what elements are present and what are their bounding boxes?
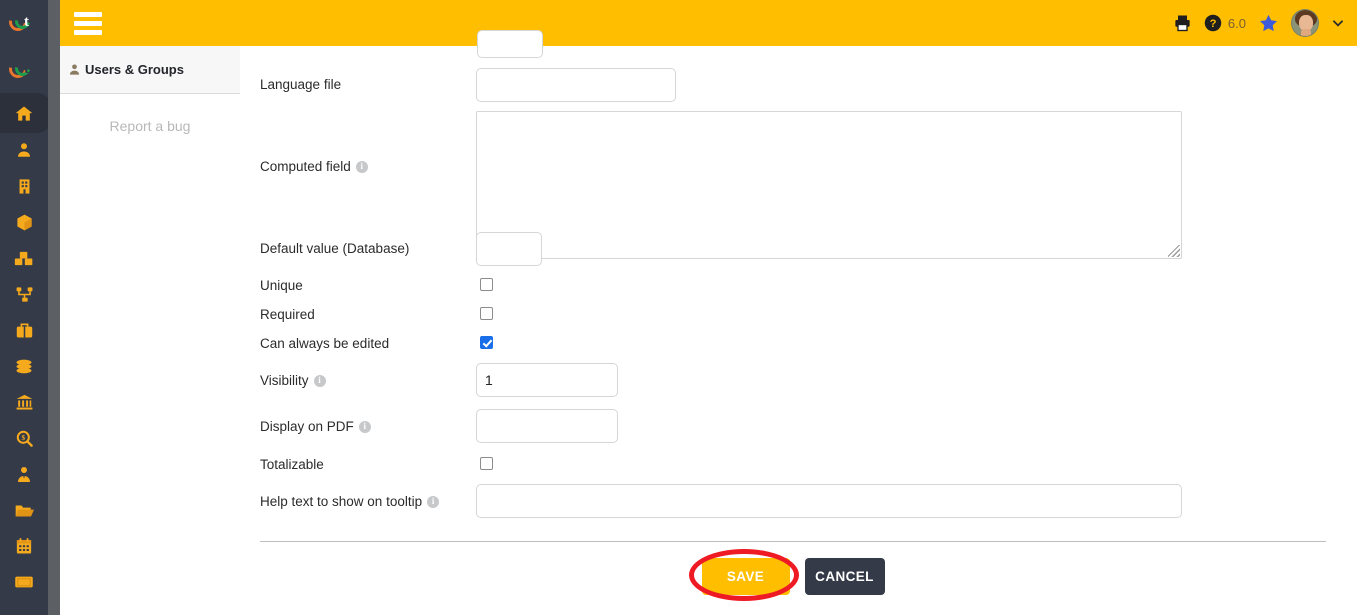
report-a-bug-link[interactable]: Report a bug xyxy=(60,118,240,134)
label-visibility: Visibility i xyxy=(260,373,326,388)
rail-item-billing[interactable] xyxy=(0,348,48,384)
help-icon[interactable]: ? xyxy=(1204,14,1222,32)
label-visibility-text: Visibility xyxy=(260,373,309,388)
rail-item-hrm[interactable] xyxy=(0,456,48,492)
input-display-on-pdf[interactable] xyxy=(476,409,618,443)
row-visibility: Visibility i xyxy=(260,373,326,388)
ct-logo-icon-dark: t xyxy=(5,56,39,82)
rail-item-products[interactable] xyxy=(0,204,48,240)
textarea-computed-field[interactable] xyxy=(476,111,1182,259)
sitemap-icon xyxy=(16,286,32,302)
application-window: t t $ ? 6.0 Users & Groups Report a bug … xyxy=(0,0,1357,615)
form-action-buttons: SAVE CANCEL xyxy=(260,556,1326,596)
label-help-text: Help text to show on tooltip i xyxy=(260,494,440,509)
input-help-text[interactable] xyxy=(476,484,1182,518)
info-icon-visibility[interactable]: i xyxy=(313,374,326,387)
cancel-button[interactable]: CANCEL xyxy=(804,557,885,595)
label-default-value: Default value (Database) xyxy=(260,241,410,256)
row-display-on-pdf: Display on PDF i xyxy=(260,419,371,434)
label-display-on-pdf: Display on PDF i xyxy=(260,419,371,434)
row-computed-field: Computed field i xyxy=(260,159,368,174)
row-scrolled-partial xyxy=(477,30,543,58)
row-can-always-be-edited: Can always be edited xyxy=(260,336,389,351)
rail-item-stock[interactable] xyxy=(0,240,48,276)
top-header-bar: ? 6.0 xyxy=(60,0,1357,46)
avatar[interactable] xyxy=(1291,9,1319,37)
ticket-icon xyxy=(15,576,33,588)
svg-text:?: ? xyxy=(1209,18,1216,30)
input-language-file[interactable] xyxy=(476,68,676,102)
building-icon xyxy=(19,178,29,194)
form-footer-divider xyxy=(260,541,1326,542)
app-logo-secondary[interactable]: t xyxy=(0,46,48,94)
field-settings-form: Language file Computed field i Default v… xyxy=(240,30,1357,615)
rail-item-list: $ xyxy=(0,93,54,600)
label-computed-field: Computed field i xyxy=(260,159,368,174)
save-button[interactable]: SAVE xyxy=(701,557,790,595)
briefcase-icon xyxy=(16,322,32,337)
checkbox-can-always-be-edited[interactable] xyxy=(480,336,493,349)
label-totalizable: Totalizable xyxy=(260,457,324,472)
user-icon xyxy=(69,64,80,75)
rail-item-accounting[interactable] xyxy=(0,384,48,420)
label-computed-field-text: Computed field xyxy=(260,159,351,174)
rail-item-commercial[interactable] xyxy=(0,312,48,348)
help-version-group: ? 6.0 xyxy=(1204,14,1246,32)
info-icon-display-on-pdf[interactable]: i xyxy=(358,420,371,433)
partial-input-top[interactable] xyxy=(477,30,543,58)
version-label: 6.0 xyxy=(1227,15,1246,31)
money-icon xyxy=(16,359,32,373)
label-can-always-be-edited: Can always be edited xyxy=(260,336,390,351)
tab-users-and-groups[interactable]: Users & Groups xyxy=(60,46,240,94)
checkbox-unique[interactable] xyxy=(480,278,493,291)
box-icon xyxy=(16,214,32,230)
user-tie-icon xyxy=(18,466,30,482)
left-icon-rail: t t $ xyxy=(0,0,54,615)
row-language-file: Language file xyxy=(260,77,341,92)
row-totalizable: Totalizable xyxy=(260,457,324,472)
tab-label: Users & Groups xyxy=(85,62,184,77)
search-dollar-icon: $ xyxy=(16,430,33,447)
label-required: Required xyxy=(260,307,315,322)
rail-item-documents[interactable] xyxy=(0,492,48,528)
app-logo-top[interactable]: t xyxy=(0,0,48,46)
svg-text:$: $ xyxy=(21,434,25,442)
rail-item-financial-search[interactable]: $ xyxy=(0,420,48,456)
star-icon[interactable] xyxy=(1258,13,1279,34)
textarea-wrap-computed-field xyxy=(476,111,1182,259)
rail-item-home[interactable] xyxy=(0,93,54,133)
checkbox-required[interactable] xyxy=(480,307,493,320)
hamburger-menu-icon[interactable] xyxy=(70,8,106,38)
chevron-down-icon[interactable] xyxy=(1331,16,1345,30)
printer-icon[interactable] xyxy=(1173,14,1192,32)
row-help-text: Help text to show on tooltip i xyxy=(260,494,440,509)
label-help-text-text: Help text to show on tooltip xyxy=(260,494,423,509)
checkbox-totalizable[interactable] xyxy=(480,457,493,470)
row-default-value: Default value (Database) xyxy=(260,241,409,256)
label-display-on-pdf-text: Display on PDF xyxy=(260,419,354,434)
rail-item-companies[interactable] xyxy=(0,168,48,204)
rail-item-contacts[interactable] xyxy=(0,132,48,168)
label-language-file: Language file xyxy=(260,77,342,92)
info-icon-help-text[interactable]: i xyxy=(427,495,440,508)
info-icon-computed-field[interactable]: i xyxy=(355,160,368,173)
ct-logo-icon: t xyxy=(5,9,39,35)
rail-item-tickets[interactable] xyxy=(0,564,48,600)
calendar-icon xyxy=(16,538,32,554)
rail-item-agenda[interactable] xyxy=(0,528,48,564)
home-icon xyxy=(15,106,33,121)
row-unique: Unique xyxy=(260,278,303,293)
user-icon xyxy=(18,143,30,157)
folder-open-icon xyxy=(15,505,34,516)
boxes-stock-icon xyxy=(14,251,33,265)
bank-icon xyxy=(16,394,32,410)
input-visibility[interactable] xyxy=(476,363,618,397)
rail-item-projects[interactable] xyxy=(0,276,48,312)
row-required: Required xyxy=(260,307,315,322)
label-unique: Unique xyxy=(260,278,303,293)
input-default-value[interactable] xyxy=(476,232,542,266)
secondary-nav-pane: Users & Groups Report a bug xyxy=(60,46,240,615)
rail-scrollbar[interactable] xyxy=(48,0,60,615)
header-right-group: ? 6.0 xyxy=(1173,9,1357,37)
